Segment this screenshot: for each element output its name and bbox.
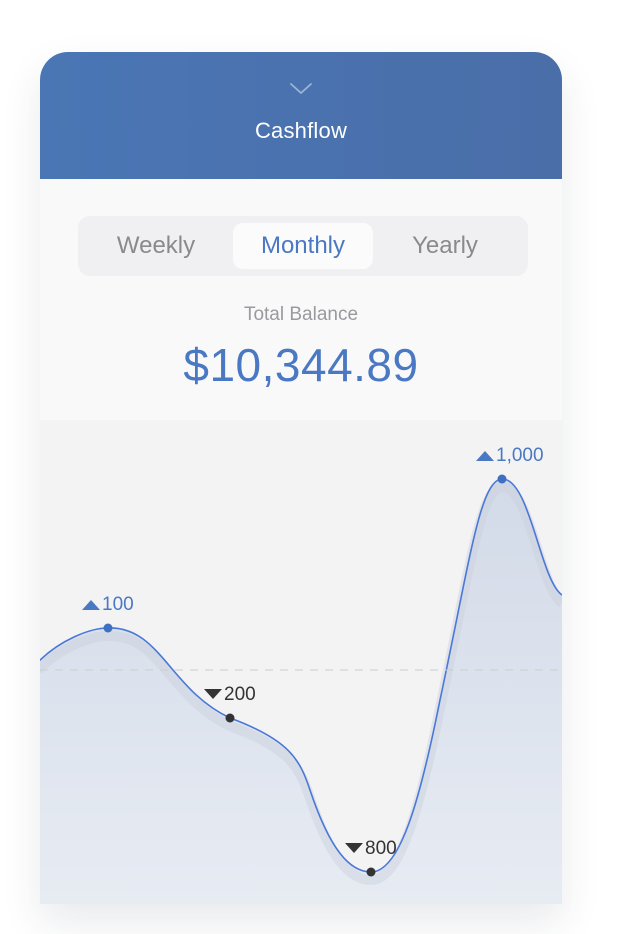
data-point-1[interactable] [103,623,113,633]
triangle-down-icon [345,843,363,853]
data-label-4: 1,000 [496,445,544,466]
data-point-4[interactable] [497,474,507,484]
triangle-up-icon [82,600,100,610]
data-point-2[interactable] [225,713,235,723]
data-label-3: 800 [365,838,397,859]
triangle-down-icon [204,689,222,699]
area-fill [40,478,562,904]
cashflow-chart: 100 200 800 1,000 [40,445,562,904]
data-label-2: 200 [224,684,256,705]
triangle-up-icon [476,451,494,461]
data-point-3[interactable] [366,867,376,877]
data-label-1: 100 [102,594,134,615]
